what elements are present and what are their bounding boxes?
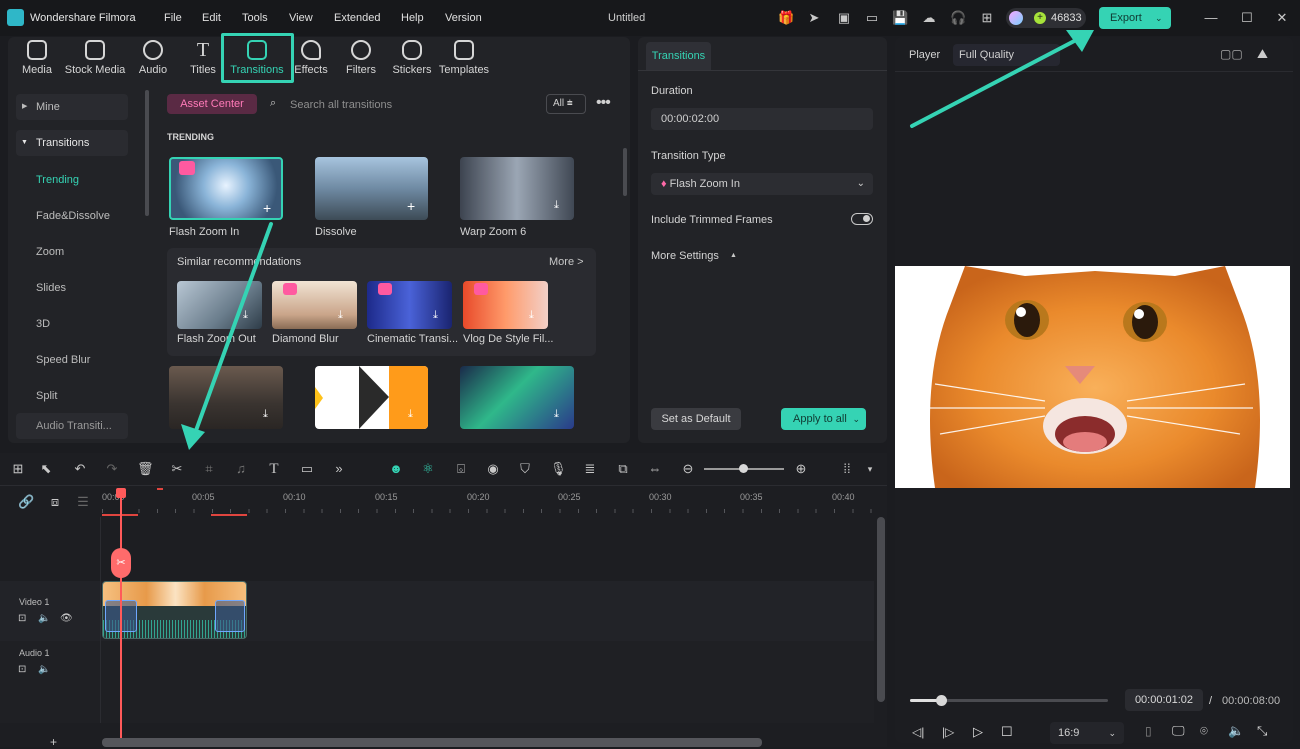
arrow-to-timeline [181, 222, 273, 450]
annotation-arrows [181, 30, 1094, 450]
arrow-to-export [910, 30, 1094, 128]
